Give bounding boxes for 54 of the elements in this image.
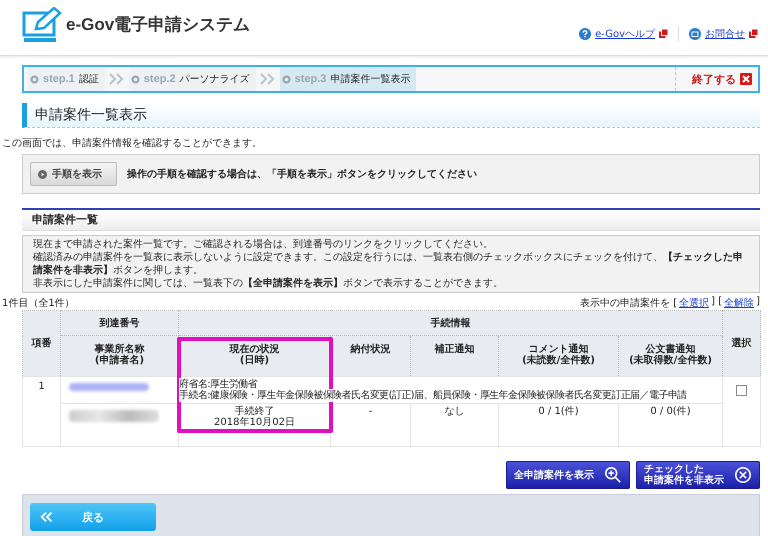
table-cell: 0 / 1(件) [498,404,618,446]
table-cell: 1 [22,376,60,446]
column-header: コメント通知 (未読数/全件数) [498,336,618,376]
show-all-button[interactable]: 全申請案件を表示 [506,461,630,489]
show-steps-button[interactable]: 手順を表示 [30,162,117,186]
column-header: 補正通知 [410,336,498,376]
notice-text: 現在まで申請された案件一覧です。ご確認される場合は、到達番号のリンクをクリックしてください。 [33,238,494,251]
close-icon [740,73,752,85]
header-link[interactable]: お問合せ [705,26,745,40]
step-number: step.2 [144,73,176,85]
external-window-icon [749,29,758,38]
result-count: 1件目（全1件） [2,297,75,310]
step-label: 認証 [78,72,99,86]
table-cell: 0 / 0(件) [618,404,722,446]
zoom-in-icon [604,466,622,484]
bracket-text: ] [ [711,296,722,309]
column-header: 納付状況 [330,336,410,376]
help-icon [579,28,592,40]
column-header: 公文書通知 (未取得数/全件数) [618,336,722,376]
step-label: パーソナライズ [180,73,250,86]
select-all-link[interactable]: 全選択 [679,296,710,310]
mail-icon [689,28,701,40]
procedure-text: 手続名:健康保険・厚生年金保険被保険者氏名変更(訂正)届、船員保険・厚生年金保険被保険者氏名変更訂正届／電子申請 [179,389,687,402]
play-icon [38,170,47,178]
header-link[interactable]: e-Govヘルプ [595,26,655,40]
step-label: 申請案件一覧表示 [330,72,410,86]
checkbox[interactable] [736,385,747,396]
intro-text: この画面では、申請案件情報を確認することができます。 [2,136,263,150]
selection-label: 表示中の申請案件を [ [580,296,678,310]
exit-button[interactable]: 終了する [675,67,758,91]
step-number: step.1 [43,73,75,85]
hide-checked-button[interactable]: チェックした 申請案件を非表示 [636,461,760,489]
section-title: 申請案件一覧 [22,208,760,231]
guide-text: 操作の手順を確認する場合は、「手順を表示」ボタンをクリックしてください [127,168,477,181]
clear-all-link[interactable]: 全解除 [724,296,754,310]
logo-text: e-Gov電子申請システム [66,14,250,36]
logo-icon [22,6,62,42]
close-circle-icon [734,466,752,484]
notice-text: 非表示にした申請案件に関しては、一覧表下の【全申請案件を表示】ボタンで表示することができます。 [33,277,504,290]
column-header: 事業所名称 (申請者名) [60,336,178,376]
column-header: 選択 [722,310,760,376]
table-cell: - [330,404,410,446]
column-header: 項番 [22,310,60,376]
column-header: 手続情報 [178,310,722,336]
page-title: 申請案件一覧表示 [22,103,760,128]
step-dot-icon [282,74,291,84]
double-chevron-left-icon [40,511,54,523]
table-cell: 手続終了 2018年10月02日 [178,404,330,446]
notice-text: 確認済みの申請案件を一覧表に表示しないように設定できます。この設定を行うには、一覧表右側のチェックボックスにチェックを付けて、【チェックした申請案件を非表示】ボタンを押します。 [33,251,744,277]
external-window-icon [659,29,668,38]
column-header: 到達番号 [60,310,178,336]
bracket-text: ] [756,296,760,309]
step-number: step.3 [294,73,326,85]
table-cell: なし [410,404,498,446]
